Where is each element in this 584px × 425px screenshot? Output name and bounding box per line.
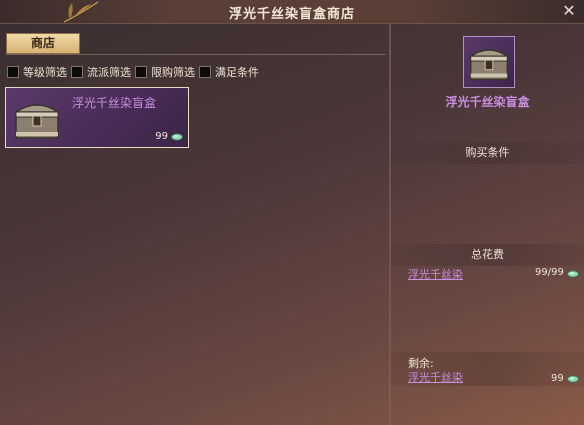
purchase-requirements-header: 购买条件 — [391, 142, 584, 164]
cost-value: 99/99 — [535, 267, 564, 278]
checkbox[interactable] — [7, 66, 19, 78]
close-icon[interactable]: ✕ — [560, 1, 578, 21]
filter-bar: 等级筛选 流派筛选 限购筛选 满足条件 — [7, 64, 259, 80]
checkbox[interactable] — [71, 66, 83, 78]
window-title: 浮光千丝染盲盒商店 — [228, 7, 355, 22]
shop-item-card[interactable]: 浮光千丝染盲盒 99 — [5, 87, 189, 148]
filter-label: 流派筛选 — [87, 66, 131, 79]
filter-level[interactable]: 等级筛选 — [7, 64, 67, 80]
filter-label: 等级筛选 — [23, 66, 67, 79]
chest-icon — [468, 49, 510, 81]
remaining-value: 99 — [551, 373, 564, 384]
title-bar: 浮光千丝染盲盒商店 ✕ — [0, 0, 584, 24]
currency-gem-icon — [567, 270, 579, 278]
filter-meets-conditions[interactable]: 满足条件 — [199, 64, 259, 80]
tab-shop[interactable]: 商店 — [6, 33, 80, 54]
cost-item-link[interactable]: 浮光千丝染 — [408, 266, 463, 282]
currency-gem-icon — [171, 133, 183, 141]
total-cost-header: 总花费 — [391, 244, 584, 266]
filter-label: 限购筛选 — [151, 66, 195, 79]
checkbox[interactable] — [135, 66, 147, 78]
filter-limit[interactable]: 限购筛选 — [135, 64, 195, 80]
detail-item-name: 浮光千丝染盲盒 — [445, 95, 530, 109]
item-count: 99 — [155, 131, 168, 142]
item-name: 浮光千丝染盲盒 — [72, 96, 157, 110]
detail-item-icon — [463, 36, 515, 88]
filter-school[interactable]: 流派筛选 — [71, 64, 131, 80]
tab-underline — [6, 54, 386, 55]
currency-gem-icon — [567, 375, 579, 383]
chest-icon — [13, 104, 61, 139]
checkbox[interactable] — [199, 66, 211, 78]
filter-label: 满足条件 — [215, 66, 259, 79]
remaining-item-link[interactable]: 浮光千丝染 — [408, 369, 463, 385]
